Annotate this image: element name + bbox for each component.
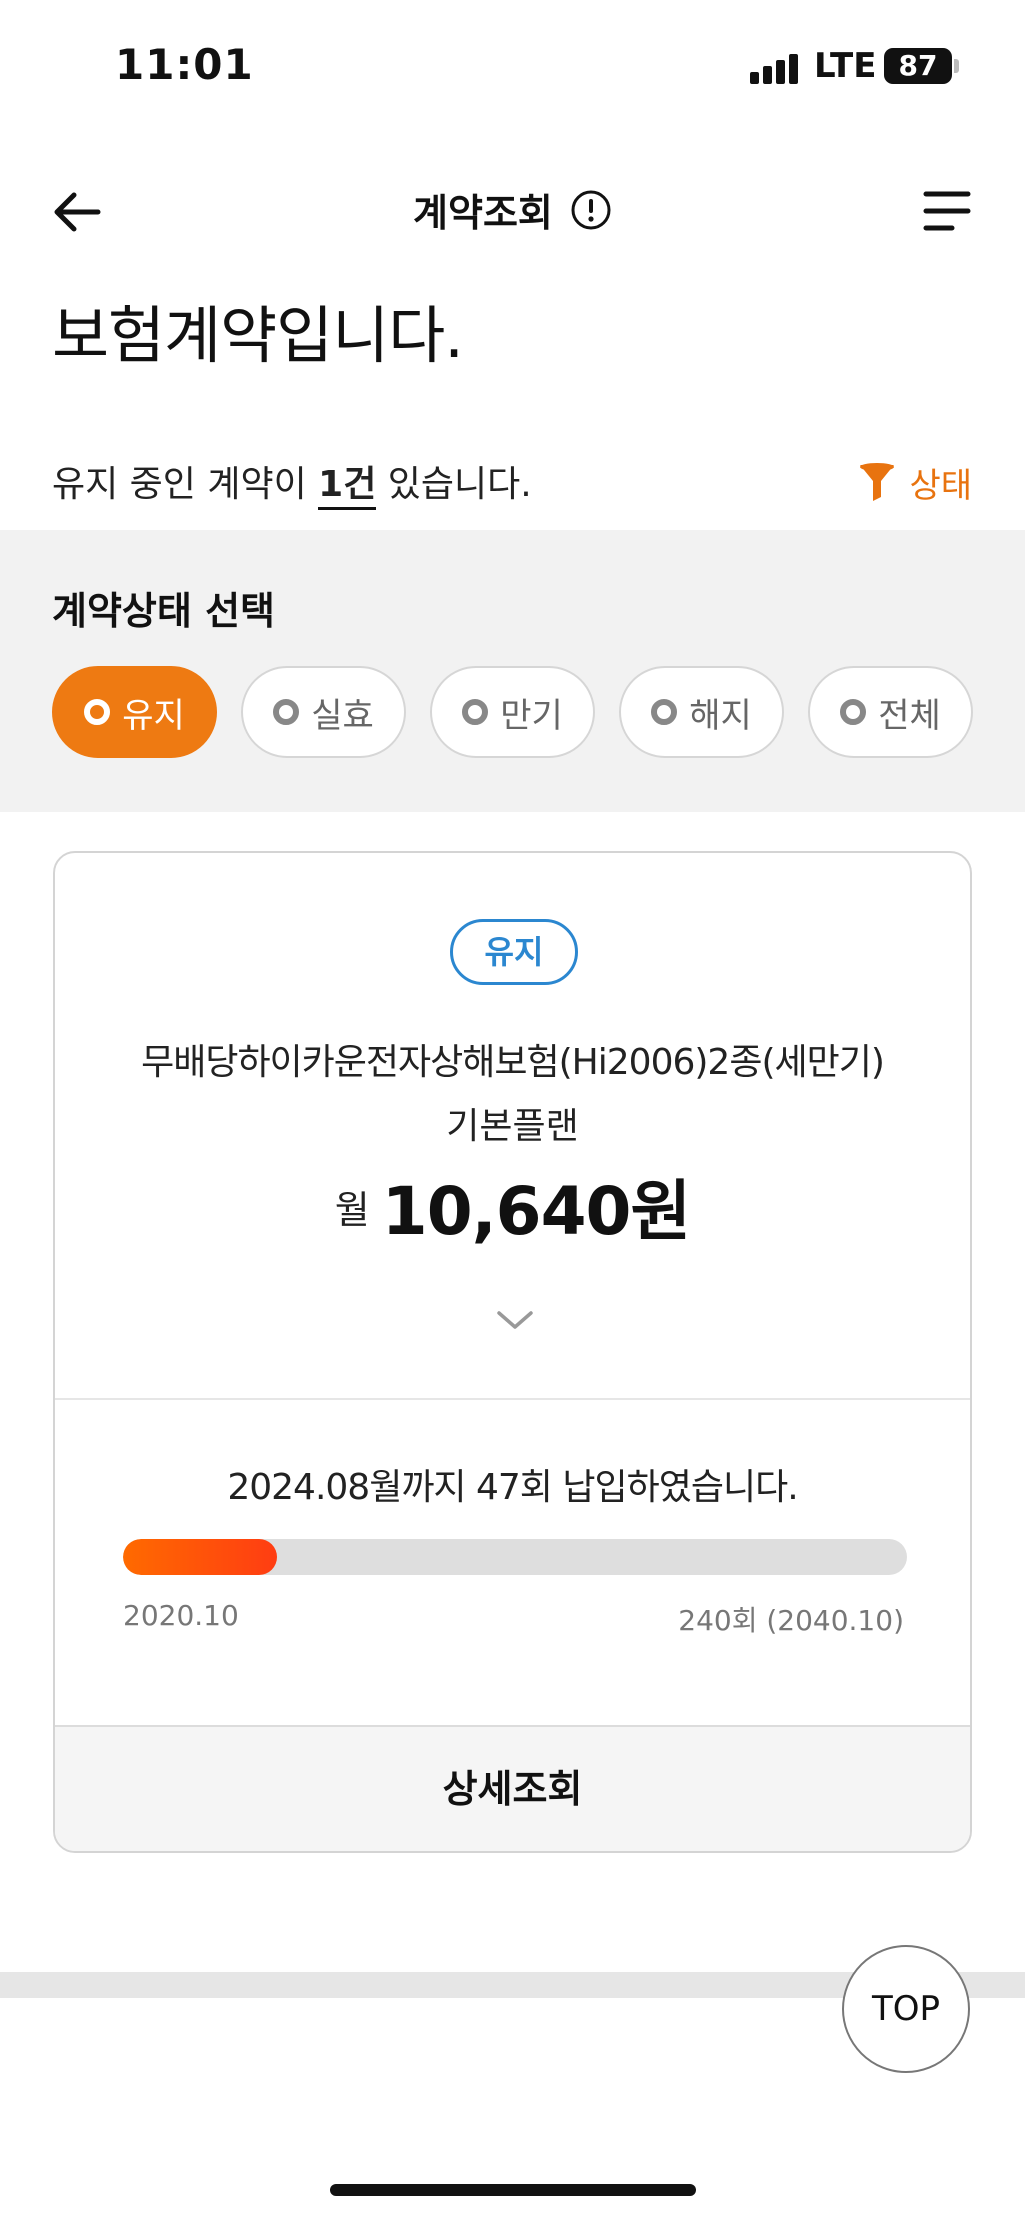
status-badge: 유지 (450, 919, 578, 985)
radio-dot-icon (273, 699, 300, 725)
detail-view-button[interactable]: 상세조회 (55, 1725, 970, 1851)
chip-label: 만기 (500, 695, 563, 736)
payment-progress-bar (123, 1539, 907, 1575)
radio-dot-icon (651, 699, 678, 725)
hamburger-menu-icon (923, 191, 971, 231)
count-prefix: 유지 중인 계약이 (52, 464, 319, 505)
app-header: 계약조회 (0, 160, 1025, 260)
home-indicator (330, 2184, 696, 2196)
premium-amount: 10,640원 (381, 1173, 691, 1250)
monthly-premium: 월 10,640원 (55, 1158, 970, 1254)
payment-progress-fill (123, 1539, 277, 1575)
signal-icon (750, 54, 800, 84)
page-title: 보험계약입니다. (52, 299, 464, 372)
battery-icon: 87 (884, 48, 952, 84)
chevron-down-icon (497, 1311, 533, 1329)
battery-cap (954, 59, 959, 73)
contract-count-row: 유지 중인 계약이 1건 있습니다. 상태 (52, 455, 972, 515)
menu-button[interactable] (920, 186, 974, 236)
status-filter-button[interactable]: 상태 (857, 457, 972, 507)
status-chip-matured[interactable]: 만기 (430, 666, 595, 758)
radio-dot-icon (462, 699, 489, 725)
status-time: 11:01 (115, 40, 254, 89)
status-chip-active[interactable]: 유지 (52, 666, 217, 758)
info-icon[interactable] (570, 189, 612, 231)
premium-prefix: 월 (334, 1187, 370, 1232)
scroll-top-button[interactable]: TOP (842, 1945, 970, 2073)
radio-dot-icon (840, 699, 867, 725)
progress-start-label: 2020.10 (123, 1599, 239, 1632)
status-bar: 11:01 LTE 87 (0, 0, 1025, 140)
chip-label: 유지 (122, 695, 185, 736)
count-text: 유지 중인 계약이 1건 있습니다. (52, 464, 532, 510)
chip-label: 해지 (689, 695, 752, 736)
network-label: LTE (814, 46, 877, 86)
status-chip-all[interactable]: 전체 (808, 666, 973, 758)
count-suffix: 있습니다. (376, 464, 532, 505)
payment-status-text: 2024.08월까지 47회 납입하였습니다. (227, 1467, 798, 1508)
product-name: 무배당하이카운전자상해보험(Hi2006)2종(세만기) (141, 1042, 885, 1083)
filter-label: 상태 (909, 465, 972, 506)
chip-label: 전체 (878, 695, 941, 736)
count-number[interactable]: 1건 (318, 464, 377, 510)
status-panel-title: 계약상태 선택 (52, 589, 275, 633)
contract-card: 유지 무배당하이카운전자상해보험(Hi2006)2종(세만기) 기본플랜 월 10… (53, 851, 972, 1853)
header-title-group: 계약조회 (0, 182, 1025, 242)
funnel-icon (860, 463, 895, 501)
card-divider (55, 1398, 970, 1400)
status-chip-lapsed[interactable]: 실효 (241, 666, 406, 758)
radio-dot-icon (84, 699, 111, 725)
status-select-panel: 계약상태 선택 유지 실효 만기 해지 전체 (0, 530, 1025, 812)
page-header-title: 계약조회 (413, 191, 553, 235)
status-chip-group: 유지 실효 만기 해지 전체 (52, 666, 973, 758)
expand-button[interactable] (493, 1305, 537, 1335)
status-chip-cancelled[interactable]: 해지 (619, 666, 784, 758)
progress-end-label: 240회 (2040.10) (678, 1604, 904, 1637)
chip-label: 실효 (311, 695, 374, 736)
plan-name: 기본플랜 (446, 1106, 579, 1147)
